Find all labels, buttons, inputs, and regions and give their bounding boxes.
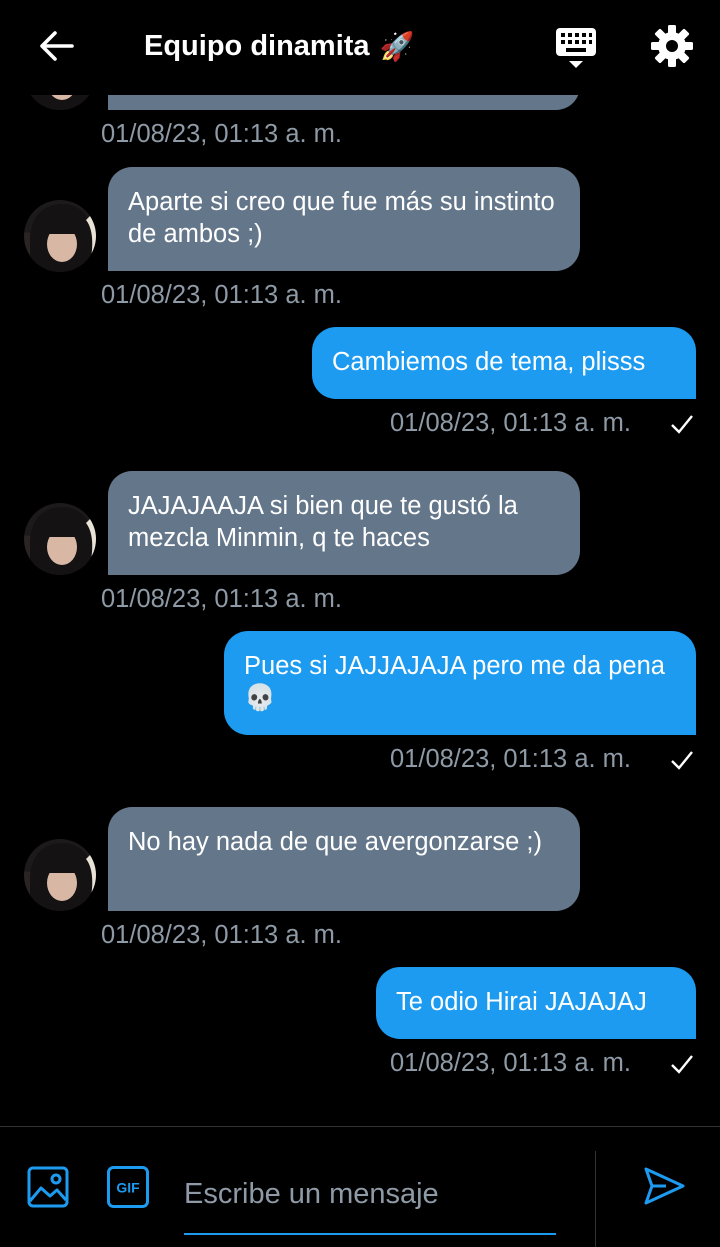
gif-icon: GIF (107, 1166, 149, 1208)
check-icon (671, 751, 693, 770)
message-bubble[interactable]: No hay nada de que avergonzarse ;) (108, 807, 580, 911)
attach-image-button[interactable] (26, 1165, 70, 1209)
message-bubble[interactable]: JAJAJAAJA si bien que te gustó la mezcla… (108, 471, 580, 575)
message-bubble[interactable]: Pues si JAJJAJAJA pero me da pena 💀 (224, 631, 696, 735)
message-timestamp: 01/08/23, 01:13 a. m. (390, 745, 632, 773)
message-input[interactable] (184, 1155, 556, 1235)
message-timestamp: 01/08/23, 01:13 a. m. (101, 281, 343, 309)
keyboard-icon (556, 28, 596, 68)
attach-gif-button[interactable]: GIF (106, 1165, 150, 1209)
gear-icon (651, 25, 693, 67)
message-timestamp: 01/08/23, 01:13 a. m. (390, 409, 632, 437)
message-composer: GIF (0, 1126, 720, 1247)
avatar[interactable] (24, 200, 96, 272)
arrow-left-icon (40, 31, 74, 61)
check-icon (671, 1055, 693, 1074)
divider (595, 1151, 596, 1247)
message-bubble[interactable]: Te odio Hirai JAJAJAJ (376, 967, 696, 1039)
message-bubble[interactable]: Aparte si creo que fue más su instinto d… (108, 167, 580, 271)
avatar-image (30, 507, 96, 575)
settings-button[interactable] (648, 22, 696, 70)
avatar[interactable] (24, 839, 96, 911)
avatar-image (30, 204, 96, 272)
avatar[interactable] (24, 503, 96, 575)
chat-header: Equipo dinamita 🚀 (0, 0, 720, 95)
message-timestamp: 01/08/23, 01:13 a. m. (101, 585, 343, 613)
message-timestamp: 01/08/23, 01:13 a. m. (390, 1049, 632, 1077)
message-timestamp: 01/08/23, 01:13 a. m. (101, 921, 343, 949)
image-icon (27, 1166, 69, 1208)
check-icon (671, 415, 693, 434)
rocket-emoji: 🚀 (379, 29, 415, 63)
send-button[interactable] (642, 1164, 686, 1208)
conversation-title-text: Equipo dinamita (144, 29, 370, 62)
keyboard-button[interactable] (551, 24, 601, 72)
gif-label: GIF (116, 1180, 140, 1196)
avatar-image (30, 843, 96, 911)
back-button[interactable] (34, 24, 78, 68)
message-bubble[interactable]: Cambiemos de tema, plisss (312, 327, 696, 399)
message-timestamp: 01/08/23, 01:13 a. m. (101, 120, 343, 148)
message-list[interactable]: 01/08/23, 01:13 a. m. Aparte si creo que… (0, 0, 720, 1126)
conversation-title[interactable]: Equipo dinamita 🚀 (144, 26, 414, 66)
send-icon (644, 1167, 685, 1205)
